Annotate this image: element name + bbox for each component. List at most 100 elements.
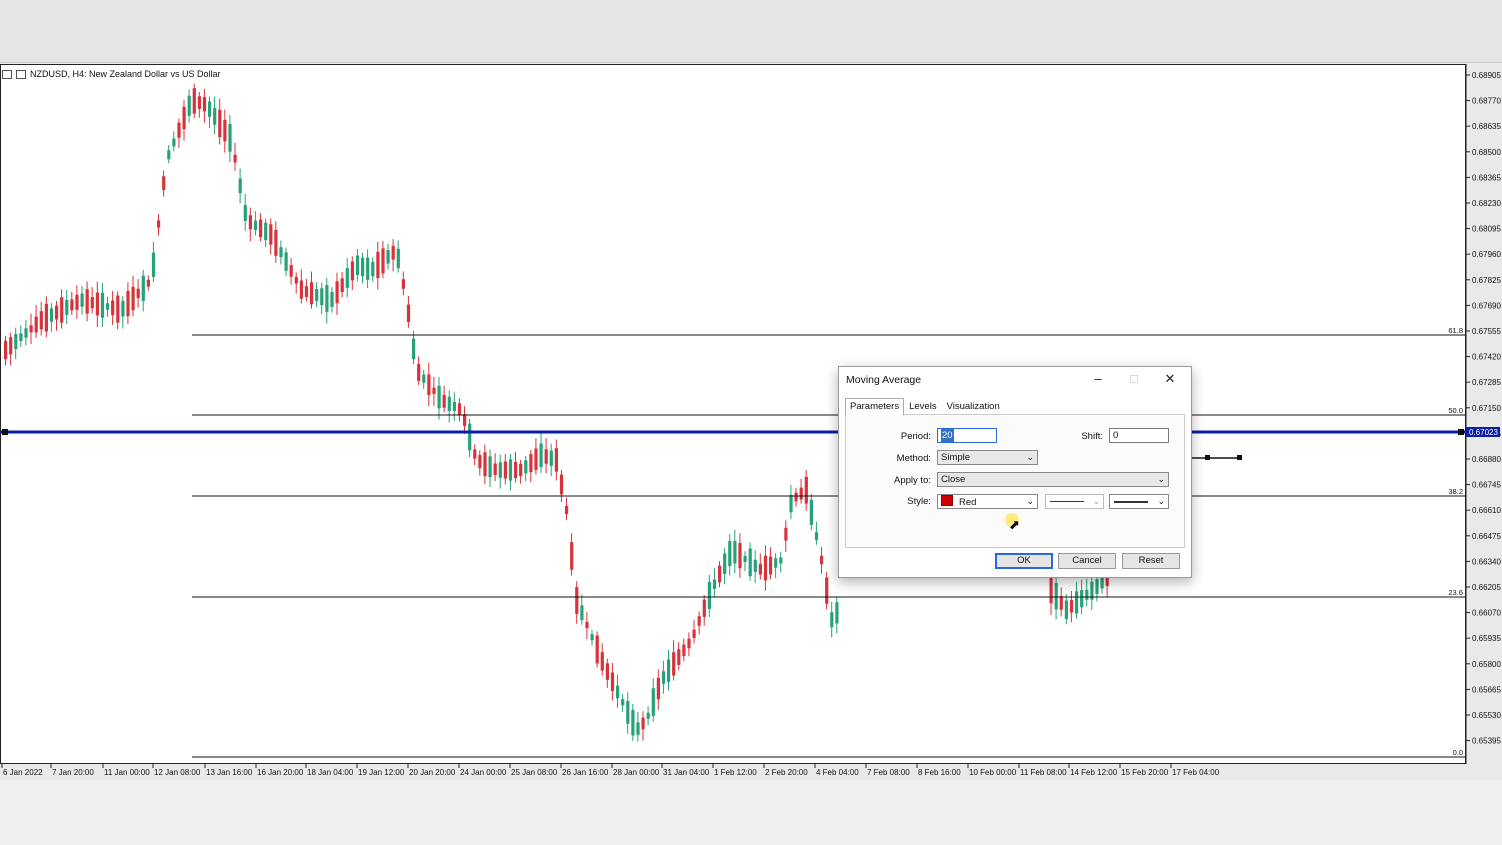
price-label: 0.67825 xyxy=(1472,276,1501,285)
chart-window-icon[interactable] xyxy=(16,69,26,79)
candle-body xyxy=(626,701,630,724)
candle-body xyxy=(769,556,773,575)
fibo-label: 23.6 xyxy=(1448,588,1463,597)
fibo-label: 0.0 xyxy=(1453,748,1463,757)
candle-body xyxy=(539,443,543,468)
candle-body xyxy=(80,293,84,307)
shift-input[interactable]: 0 xyxy=(1109,428,1169,443)
time-label: 4 Feb 04:00 xyxy=(816,768,859,777)
line-handle xyxy=(2,429,8,435)
candle-body xyxy=(269,224,273,245)
candle-body xyxy=(667,659,671,682)
time-label: 8 Feb 16:00 xyxy=(918,768,961,777)
line-style-sample xyxy=(1050,501,1084,502)
candle-body xyxy=(228,123,232,152)
chart-grid-icon[interactable] xyxy=(2,69,12,79)
apply-to-select[interactable]: Close ⌄ xyxy=(937,472,1169,487)
candle-body xyxy=(1059,596,1063,610)
candle-body xyxy=(508,459,513,481)
chart-title-bar: NZDUSD, H4: New Zealand Dollar vs US Dol… xyxy=(2,67,221,81)
time-label: 15 Feb 20:00 xyxy=(1121,768,1169,777)
candle-body xyxy=(835,602,839,624)
candle-body xyxy=(55,305,59,320)
candle-body xyxy=(100,292,105,318)
candle-body xyxy=(1049,576,1053,604)
candle-body xyxy=(192,88,196,114)
candle-body xyxy=(774,558,778,568)
candle-body xyxy=(1100,576,1104,589)
candle-body xyxy=(799,487,803,500)
candle-body xyxy=(65,299,69,315)
chevron-down-icon: ⌄ xyxy=(1026,452,1034,462)
period-input[interactable]: 20 xyxy=(937,428,997,443)
candle-body xyxy=(804,476,808,504)
time-label: 11 Jan 00:00 xyxy=(104,768,150,777)
candle-body xyxy=(406,304,411,323)
price-label: 0.68905 xyxy=(1472,71,1501,80)
candle-body xyxy=(187,95,191,116)
candle-body xyxy=(70,299,74,311)
candle-body xyxy=(478,455,482,469)
candle-body xyxy=(391,245,395,260)
candle-body xyxy=(213,107,217,125)
candle-body xyxy=(661,671,666,684)
candle-body xyxy=(146,279,150,287)
candle-body xyxy=(335,281,339,304)
price-chart[interactable]: 61.8 50.0 38.2 23.6 0.0 0.68905 0.68770 0.6863… xyxy=(0,0,1502,845)
price-label: 0.67960 xyxy=(1472,250,1501,259)
line-style-select[interactable]: ⌄ xyxy=(1045,494,1104,509)
candle-body xyxy=(208,101,212,117)
candle-body xyxy=(534,448,538,470)
fibo-label: 61.8 xyxy=(1448,326,1463,335)
reset-button[interactable]: Reset xyxy=(1122,553,1180,569)
price-label: 0.66340 xyxy=(1472,557,1501,566)
candle-body xyxy=(677,649,681,665)
candle-body xyxy=(672,652,676,676)
candle-body xyxy=(723,553,727,575)
price-label: 0.65935 xyxy=(1472,634,1501,643)
price-label: 0.65665 xyxy=(1472,685,1501,694)
candle-body xyxy=(4,340,8,360)
candle-body xyxy=(355,255,360,276)
candle-body xyxy=(310,282,314,305)
candle-body xyxy=(151,252,156,277)
candle-body xyxy=(284,252,288,271)
candle-body xyxy=(330,291,334,307)
candle-body xyxy=(733,540,737,564)
candle-body xyxy=(468,423,472,451)
candle-body xyxy=(340,278,344,293)
candle-body xyxy=(646,712,650,719)
candle-body xyxy=(202,97,207,112)
candle-body xyxy=(743,555,747,563)
candle-body xyxy=(1095,579,1099,595)
candle-body xyxy=(498,462,502,478)
candle-body xyxy=(452,401,456,411)
close-icon[interactable]: ✕ xyxy=(1159,370,1181,388)
candle-body xyxy=(784,527,788,541)
method-select[interactable]: Simple ⌄ xyxy=(937,450,1038,465)
candle-body xyxy=(524,460,528,474)
time-label: 13 Jan 16:00 xyxy=(206,768,253,777)
mouse-pointer-icon: ⬈ xyxy=(1009,517,1020,532)
time-axis: 6 Jan 2022 7 Jan 20:00 11 Jan 00:00 12 Jan … xyxy=(1,764,1220,777)
candle-body xyxy=(264,222,268,241)
candle-body xyxy=(218,109,222,138)
candle-body xyxy=(565,506,569,514)
price-label: 0.68230 xyxy=(1472,199,1501,208)
ok-button[interactable]: OK xyxy=(995,553,1053,569)
style-color-select[interactable]: Red ⌄ xyxy=(937,494,1038,509)
tab-parameters[interactable]: Parameters xyxy=(845,398,905,416)
minimize-icon[interactable]: – xyxy=(1087,370,1109,388)
time-label: 18 Jan 04:00 xyxy=(307,768,354,777)
time-label: 20 Jan 20:00 xyxy=(409,768,456,777)
line-width-select[interactable]: ⌄ xyxy=(1109,494,1169,509)
price-label: 0.66745 xyxy=(1472,481,1501,490)
candle-body xyxy=(758,563,762,575)
line-handle xyxy=(1458,429,1464,435)
candle-body xyxy=(814,532,819,541)
candle-body xyxy=(493,463,497,476)
price-label: 0.68770 xyxy=(1472,97,1501,106)
candle-body xyxy=(14,333,18,350)
cancel-button[interactable]: Cancel xyxy=(1058,553,1116,569)
candle-body xyxy=(24,328,28,338)
